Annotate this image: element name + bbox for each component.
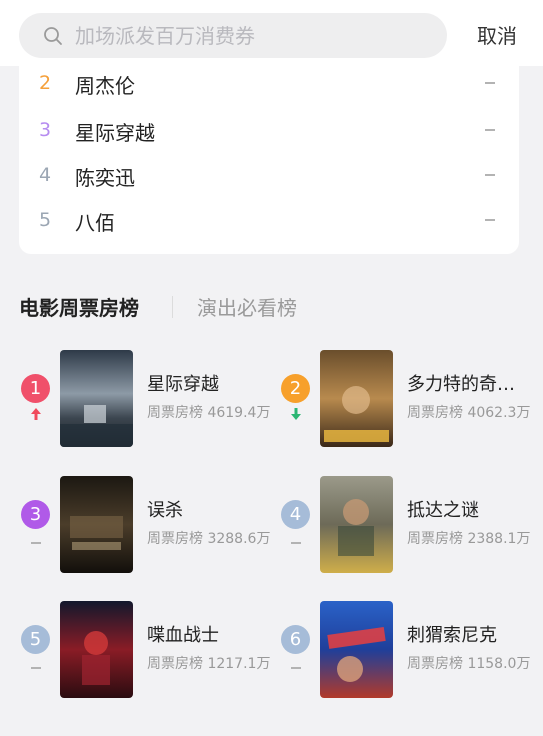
hot-search-list: 2 周杰伦 3 星际穿越 4 陈奕迅 5 八佰 [19, 66, 519, 254]
movie-poster[interactable] [60, 476, 133, 573]
movie-item[interactable]: 6 刺猬索尼克 周票房榜 1158.0万 [279, 601, 539, 701]
movie-title: 刺猬索尼克 [407, 625, 497, 646]
movie-poster[interactable] [60, 350, 133, 447]
movie-title: 抵达之谜 [407, 500, 479, 521]
tab-divider [172, 296, 173, 318]
flat-trend-icon [485, 174, 495, 176]
flat-trend-icon [31, 667, 41, 669]
search-input[interactable] [75, 21, 435, 51]
movie-poster[interactable] [320, 476, 393, 573]
flat-trend-icon [485, 82, 495, 84]
hot-search-term: 周杰伦 [75, 74, 135, 98]
rank-badge: 3 [21, 500, 50, 529]
search-box[interactable] [19, 13, 447, 58]
cancel-button[interactable]: 取消 [477, 20, 517, 49]
flat-trend-icon [31, 542, 41, 544]
hot-search-item[interactable]: 4 陈奕迅 [19, 158, 519, 202]
box-office-info: 周票房榜 1158.0万 [407, 656, 531, 672]
rank-badge: 2 [281, 374, 310, 403]
flat-trend-icon [485, 129, 495, 131]
hot-search-term: 星际穿越 [75, 121, 155, 145]
box-office-info: 周票房榜 4062.3万 [407, 405, 531, 421]
movie-item[interactable]: 2 多力特的奇幻冒险 周票房榜 4062.3万 [279, 350, 539, 450]
hot-search-item[interactable]: 5 八佰 [19, 203, 519, 247]
rank-number: 3 [39, 119, 52, 141]
rank-badge: 6 [281, 625, 310, 654]
movie-title: 误杀 [147, 500, 183, 521]
rank-badge: 1 [21, 374, 50, 403]
flat-trend-icon [291, 667, 301, 669]
trend-down-icon [291, 408, 301, 420]
tab-box-office[interactable]: 电影周票房榜 [19, 292, 139, 321]
flat-trend-icon [291, 542, 301, 544]
box-office-info: 周票房榜 1217.1万 [147, 656, 271, 672]
rank-number: 2 [39, 72, 52, 94]
hot-search-item[interactable]: 2 周杰伦 [19, 66, 519, 110]
movie-poster[interactable] [320, 601, 393, 698]
rank-badge: 4 [281, 500, 310, 529]
movie-poster[interactable] [60, 601, 133, 698]
hot-search-term: 八佰 [75, 211, 115, 235]
movie-poster[interactable] [320, 350, 393, 447]
box-office-info: 周票房榜 4619.4万 [147, 405, 271, 421]
rank-number: 4 [39, 164, 52, 186]
search-header: 取消 [0, 0, 543, 66]
movie-item[interactable]: 5 喋血战士 周票房榜 1217.1万 [19, 601, 279, 701]
hot-search-item[interactable]: 3 星际穿越 [19, 113, 519, 157]
box-office-info: 周票房榜 2388.1万 [407, 531, 531, 547]
tab-shows[interactable]: 演出必看榜 [197, 292, 297, 321]
search-icon [44, 27, 62, 45]
flat-trend-icon [485, 219, 495, 221]
hot-search-term: 陈奕迅 [75, 166, 135, 190]
box-office-info: 周票房榜 3288.6万 [147, 531, 271, 547]
movie-title: 喋血战士 [147, 625, 219, 646]
movie-title: 多力特的奇幻冒险 [407, 374, 527, 395]
movie-item[interactable]: 1 星际穿越 周票房榜 4619.4万 [19, 350, 279, 450]
rank-number: 5 [39, 209, 52, 231]
trend-up-icon [31, 408, 41, 420]
movie-item[interactable]: 3 误杀 周票房榜 3288.6万 [19, 476, 279, 576]
movie-title: 星际穿越 [147, 374, 219, 395]
rank-badge: 5 [21, 625, 50, 654]
movie-item[interactable]: 4 抵达之谜 周票房榜 2388.1万 [279, 476, 539, 576]
